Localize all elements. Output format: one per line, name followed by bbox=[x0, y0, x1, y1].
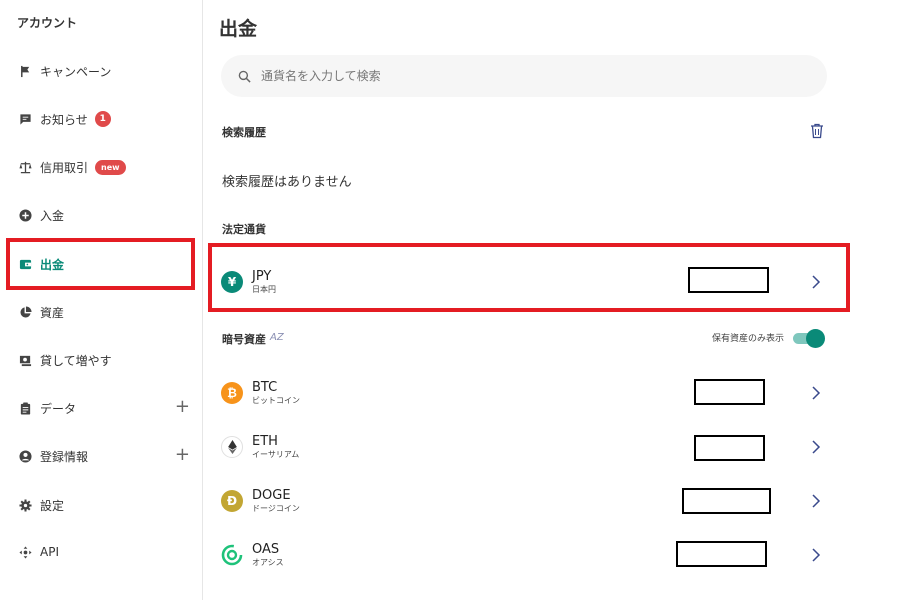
currency-symbol: BTC bbox=[252, 379, 278, 395]
search-bar[interactable] bbox=[221, 55, 827, 97]
currency-name: ビットコイン bbox=[252, 395, 300, 405]
holdings-only-label: 保有資産のみ表示 bbox=[712, 334, 785, 344]
sidebar-item-deposit[interactable]: 入金 bbox=[0, 200, 203, 230]
pie-chart-icon bbox=[18, 305, 32, 319]
scale-icon bbox=[18, 160, 32, 174]
sidebar-item-assets[interactable]: 資産 bbox=[0, 297, 203, 327]
sidebar-item-lending[interactable]: 貸して増やす bbox=[0, 345, 203, 375]
gear-icon bbox=[18, 498, 32, 512]
sidebar-item-label: データ bbox=[40, 401, 77, 416]
chevron-right-icon bbox=[812, 494, 821, 508]
redacted-balance bbox=[682, 488, 771, 514]
flag-icon bbox=[18, 64, 32, 78]
currency-row-btc[interactable]: ₿ BTC ビットコイン bbox=[221, 369, 827, 417]
sidebar-title: アカウント bbox=[17, 16, 78, 30]
clipboard-icon bbox=[18, 401, 32, 415]
api-icon bbox=[18, 545, 32, 559]
sidebar-item-label: API bbox=[40, 545, 59, 559]
currency-symbol: OAS bbox=[252, 541, 280, 557]
toggle-knob bbox=[806, 329, 825, 348]
currency-name: イーサリアム bbox=[252, 449, 300, 459]
currency-name: ドージコイン bbox=[252, 503, 300, 513]
no-history-text: 検索履歴はありません bbox=[222, 175, 352, 190]
plus-circle-icon bbox=[18, 208, 32, 222]
sidebar-item-registration[interactable]: 登録情報 + bbox=[0, 441, 203, 471]
highlight-box-sidebar bbox=[6, 238, 195, 290]
sidebar-item-campaign[interactable]: キャンペーン bbox=[0, 56, 203, 86]
sidebar-item-label: 登録情報 bbox=[40, 449, 89, 464]
currency-row-doge[interactable]: Đ DOGE ドージコイン bbox=[221, 477, 827, 525]
redacted-balance bbox=[676, 541, 767, 567]
sidebar-item-api[interactable]: API bbox=[0, 537, 203, 567]
eth-icon bbox=[221, 436, 243, 458]
sidebar-item-label: お知らせ bbox=[40, 112, 88, 127]
currency-row-eth[interactable]: ETH イーサリアム bbox=[221, 423, 827, 471]
fiat-section-label: 法定通貨 bbox=[222, 223, 266, 236]
sort-az-icon[interactable]: AZ bbox=[270, 332, 284, 343]
sidebar-item-label: 信用取引 bbox=[40, 160, 89, 175]
expand-icon[interactable]: + bbox=[175, 446, 190, 464]
sidebar-item-settings[interactable]: 設定 bbox=[0, 490, 203, 520]
sidebar-item-news[interactable]: お知らせ 1 bbox=[0, 104, 203, 134]
chevron-right-icon bbox=[812, 548, 821, 562]
highlight-box-jpy bbox=[208, 243, 850, 312]
doge-icon: Đ bbox=[221, 490, 243, 512]
notification-badge: 1 bbox=[94, 111, 111, 127]
search-history-label: 検索履歴 bbox=[222, 126, 266, 139]
sidebar-item-label: キャンペーン bbox=[40, 64, 112, 79]
sidebar-item-label: 入金 bbox=[40, 208, 65, 223]
currency-row-oas[interactable]: OAS オアシス bbox=[221, 531, 827, 579]
currency-symbol: ETH bbox=[252, 433, 278, 449]
redacted-balance bbox=[694, 435, 765, 461]
sidebar-item-margin-trading[interactable]: 信用取引 new bbox=[0, 152, 203, 182]
message-icon bbox=[18, 112, 32, 126]
currency-name: オアシス bbox=[252, 557, 284, 567]
new-badge: new bbox=[95, 159, 126, 175]
btc-icon: ₿ bbox=[221, 382, 243, 404]
page-title: 出金 bbox=[219, 18, 258, 40]
oas-icon bbox=[221, 544, 243, 566]
user-icon bbox=[18, 449, 32, 463]
sidebar-item-label: 貸して増やす bbox=[40, 353, 112, 368]
sidebar: アカウント キャンペーン お知らせ 1 信用取引 new 入金 出金 資産 貸し… bbox=[0, 0, 203, 600]
sidebar-item-data[interactable]: データ + bbox=[0, 393, 203, 423]
crypto-section-label: 暗号資産 bbox=[222, 333, 266, 346]
holdings-only-toggle[interactable] bbox=[793, 329, 825, 348]
trash-icon[interactable] bbox=[810, 123, 824, 139]
search-icon bbox=[238, 70, 251, 83]
currency-symbol: DOGE bbox=[252, 487, 291, 503]
lend-icon bbox=[18, 353, 32, 367]
chevron-right-icon bbox=[812, 386, 821, 400]
sidebar-item-label: 資産 bbox=[40, 305, 65, 320]
sidebar-item-label: 設定 bbox=[40, 498, 65, 513]
search-input[interactable] bbox=[261, 69, 781, 83]
expand-icon[interactable]: + bbox=[175, 398, 190, 416]
redacted-balance bbox=[694, 379, 765, 405]
chevron-right-icon bbox=[812, 440, 821, 454]
